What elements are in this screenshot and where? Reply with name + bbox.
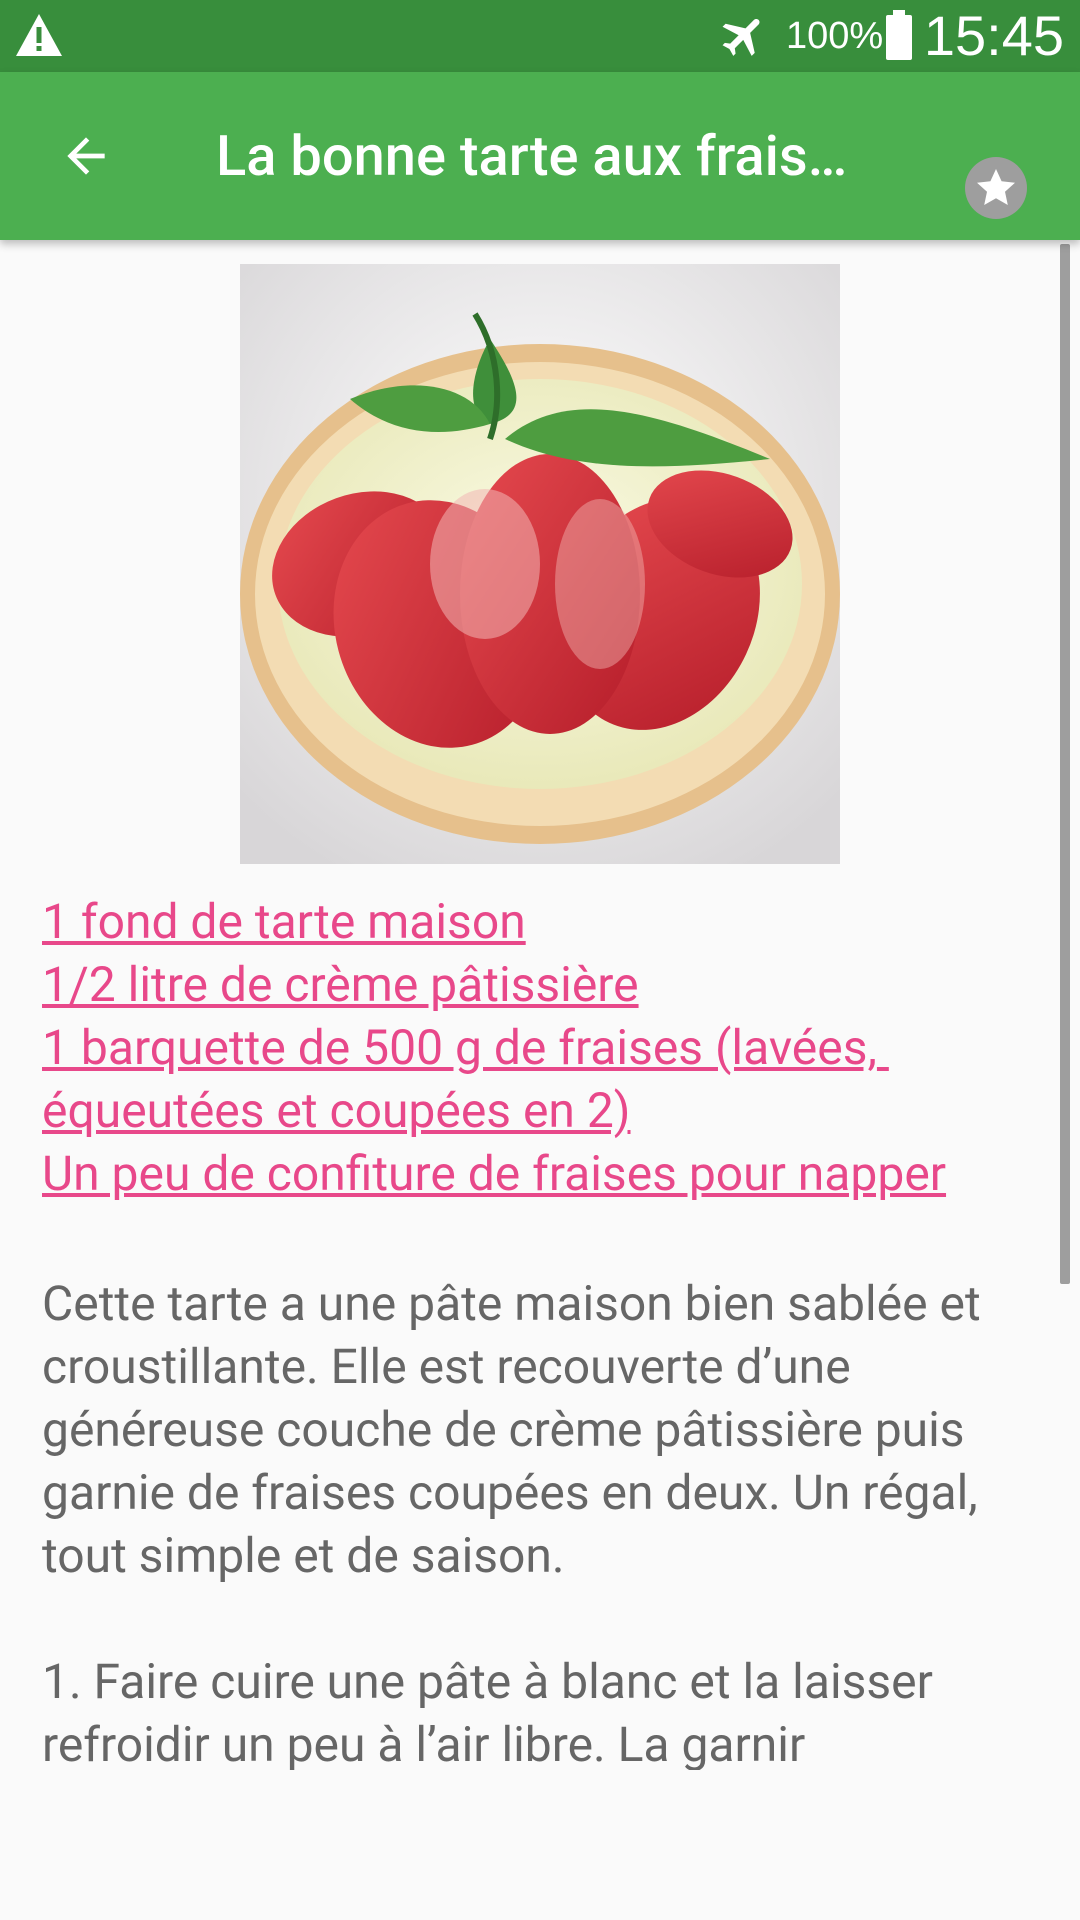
page-title: La bonne tarte aux frais…: [216, 124, 848, 188]
ingredient-link[interactable]: 1/2 litre de crème pâtissière: [42, 953, 1072, 1016]
back-button[interactable]: [44, 114, 128, 198]
battery-percent: 100%: [786, 15, 884, 57]
recipe-content[interactable]: 1 fond de tarte maison 1/2 litre de crèm…: [0, 240, 1080, 1770]
star-icon: [965, 157, 1027, 219]
ingredient-link[interactable]: 1 barquette de 500 g de fraises (lavées,…: [42, 1016, 1072, 1142]
strawberry-tart-image: [240, 264, 840, 864]
ingredient-link[interactable]: 1 fond de tarte maison: [42, 890, 1072, 953]
battery-icon: [886, 10, 912, 60]
recipe-description: Cette tarte a une pâte maison bien sablé…: [42, 1275, 981, 1584]
app-bar: La bonne tarte aux frais…: [0, 72, 1080, 240]
ingredient-link[interactable]: Un peu de confiture de fraises pour napp…: [42, 1142, 1072, 1205]
back-arrow-icon: [67, 137, 105, 175]
recipe-photo: [240, 264, 840, 864]
scrollbar[interactable]: [1060, 244, 1070, 1284]
clock: 15:45: [923, 4, 1064, 67]
favorite-button[interactable]: [960, 152, 1032, 224]
warning-icon: [16, 14, 62, 56]
ingredients-list: 1 fond de tarte maison 1/2 litre de crèm…: [42, 890, 1072, 1205]
recipe-step: 1. Faire cuire une pâte à blanc et la la…: [42, 1653, 933, 1770]
status-bar: 100% 15:45: [0, 0, 1080, 72]
airplane-mode-icon: [722, 18, 760, 56]
